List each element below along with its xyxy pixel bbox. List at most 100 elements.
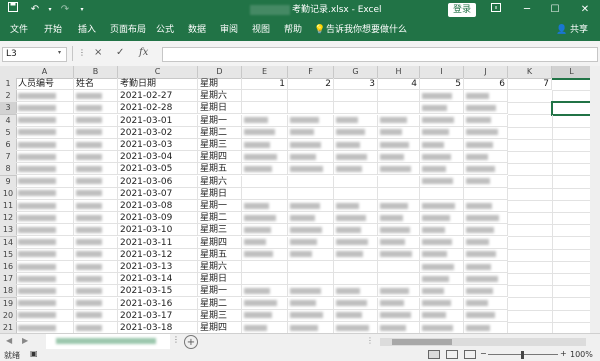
cell-punch-time[interactable]	[464, 261, 508, 273]
row-header[interactable]: 18	[0, 285, 17, 299]
cell-name[interactable]	[74, 200, 118, 212]
row-header[interactable]: 3	[0, 102, 17, 116]
cell-punch-time[interactable]	[242, 224, 288, 237]
cell-punch-time[interactable]	[288, 187, 334, 200]
cell-punch-time[interactable]	[464, 273, 508, 286]
cell-name[interactable]	[74, 151, 118, 164]
cell-punch-time[interactable]	[288, 322, 334, 333]
row-header[interactable]: 19	[0, 297, 17, 311]
cell-weekday[interactable]: 星期四	[198, 322, 242, 333]
cell-employee-id[interactable]	[16, 102, 74, 115]
cell-employee-id[interactable]	[16, 224, 74, 237]
cell-empty[interactable]	[552, 273, 593, 287]
cell-punch-time[interactable]	[242, 200, 288, 212]
cell-weekday[interactable]: 星期五	[198, 248, 242, 261]
normal-view-icon[interactable]	[428, 350, 440, 359]
cell-date[interactable]: 2021-03-03	[118, 139, 198, 151]
cell-empty[interactable]	[508, 139, 553, 152]
cell-weekday[interactable]: 星期三	[198, 139, 242, 151]
header-cell-e[interactable]: 1	[242, 78, 288, 90]
formula-input[interactable]	[162, 47, 598, 62]
cell-empty[interactable]	[552, 163, 593, 177]
cell-empty[interactable]	[508, 102, 553, 116]
cell-name[interactable]	[74, 212, 118, 225]
cell-punch-time[interactable]	[242, 163, 288, 176]
cell-punch-time[interactable]	[378, 212, 420, 225]
cell-empty[interactable]	[552, 224, 593, 238]
cell-punch-time[interactable]	[464, 151, 508, 164]
cell-empty[interactable]	[508, 114, 553, 128]
cell-date[interactable]: 2021-02-28	[118, 102, 198, 115]
page-layout-view-icon[interactable]	[446, 350, 458, 359]
cell-punch-time[interactable]	[288, 139, 334, 151]
cell-empty[interactable]	[552, 297, 593, 311]
row-header[interactable]: 8	[0, 163, 17, 177]
cell-punch-time[interactable]	[420, 285, 464, 298]
cell-weekday[interactable]: 星期二	[198, 297, 242, 310]
cell-weekday[interactable]: 星期日	[198, 187, 242, 200]
cell-punch-time[interactable]	[334, 126, 378, 139]
cell-punch-time[interactable]	[288, 297, 334, 310]
tab-insert[interactable]: 插入	[78, 20, 96, 41]
cell-punch-time[interactable]	[288, 285, 334, 298]
cell-employee-id[interactable]	[16, 139, 74, 151]
cell-weekday[interactable]: 星期六	[198, 90, 242, 103]
cell-punch-time[interactable]	[242, 309, 288, 322]
cell-punch-time[interactable]	[378, 90, 420, 103]
row-header[interactable]: 4	[0, 114, 17, 128]
cell-l1[interactable]	[552, 78, 593, 91]
cell-punch-time[interactable]	[420, 297, 464, 310]
cell-date[interactable]: 2021-03-10	[118, 224, 198, 237]
tab-bar-splitter-icon[interactable]: ⋮	[366, 336, 374, 345]
cell-punch-time[interactable]	[242, 261, 288, 273]
close-icon[interactable]: ✕	[572, 0, 598, 20]
cell-punch-time[interactable]	[420, 102, 464, 115]
cell-empty[interactable]	[508, 261, 553, 274]
cell-punch-time[interactable]	[464, 175, 508, 188]
tab-scroll-left-icon[interactable]: ◀	[6, 336, 12, 345]
cell-weekday[interactable]: 星期四	[198, 151, 242, 164]
cell-empty[interactable]	[552, 212, 593, 226]
cell-name[interactable]	[74, 297, 118, 310]
cell-date[interactable]: 2021-03-07	[118, 187, 198, 200]
cell-employee-id[interactable]	[16, 273, 74, 286]
cell-weekday[interactable]: 星期日	[198, 273, 242, 286]
cell-punch-time[interactable]	[378, 309, 420, 322]
cell-date[interactable]: 2021-03-15	[118, 285, 198, 298]
cell-date[interactable]: 2021-03-06	[118, 175, 198, 188]
cell-punch-time[interactable]	[378, 126, 420, 139]
cell-weekday[interactable]: 星期三	[198, 309, 242, 322]
cell-weekday[interactable]: 星期四	[198, 236, 242, 249]
cell-punch-time[interactable]	[420, 322, 464, 333]
cell-punch-time[interactable]	[464, 90, 508, 103]
cell-punch-time[interactable]	[242, 102, 288, 115]
cell-punch-time[interactable]	[288, 102, 334, 115]
cell-empty[interactable]	[552, 200, 593, 213]
tab-help[interactable]: 帮助	[284, 20, 302, 41]
cell-punch-time[interactable]	[334, 200, 378, 212]
cell-punch-time[interactable]	[288, 90, 334, 103]
cell-date[interactable]: 2021-03-04	[118, 151, 198, 164]
cell-empty[interactable]	[552, 261, 593, 274]
cell-punch-time[interactable]	[288, 273, 334, 286]
ribbon-display-options-icon[interactable]	[483, 0, 509, 20]
cell-empty[interactable]	[508, 151, 553, 165]
page-break-view-icon[interactable]	[464, 350, 476, 359]
cell-name[interactable]	[74, 90, 118, 103]
cell-punch-time[interactable]	[288, 126, 334, 139]
cell-punch-time[interactable]	[420, 139, 464, 151]
row-header[interactable]: 15	[0, 248, 17, 262]
row-header[interactable]: 20	[0, 309, 17, 323]
cell-punch-time[interactable]	[242, 273, 288, 286]
cell-punch-time[interactable]	[420, 90, 464, 103]
cell-punch-time[interactable]	[378, 297, 420, 310]
cell-employee-id[interactable]	[16, 212, 74, 225]
cell-date[interactable]: 2021-03-12	[118, 248, 198, 261]
undo-icon[interactable]: ↶	[28, 0, 42, 20]
tab-home[interactable]: 开始	[44, 20, 62, 41]
cell-empty[interactable]	[552, 309, 593, 323]
cell-employee-id[interactable]	[16, 163, 74, 176]
cell-punch-time[interactable]	[334, 309, 378, 322]
cell-empty[interactable]	[552, 139, 593, 152]
cell-punch-time[interactable]	[464, 139, 508, 151]
